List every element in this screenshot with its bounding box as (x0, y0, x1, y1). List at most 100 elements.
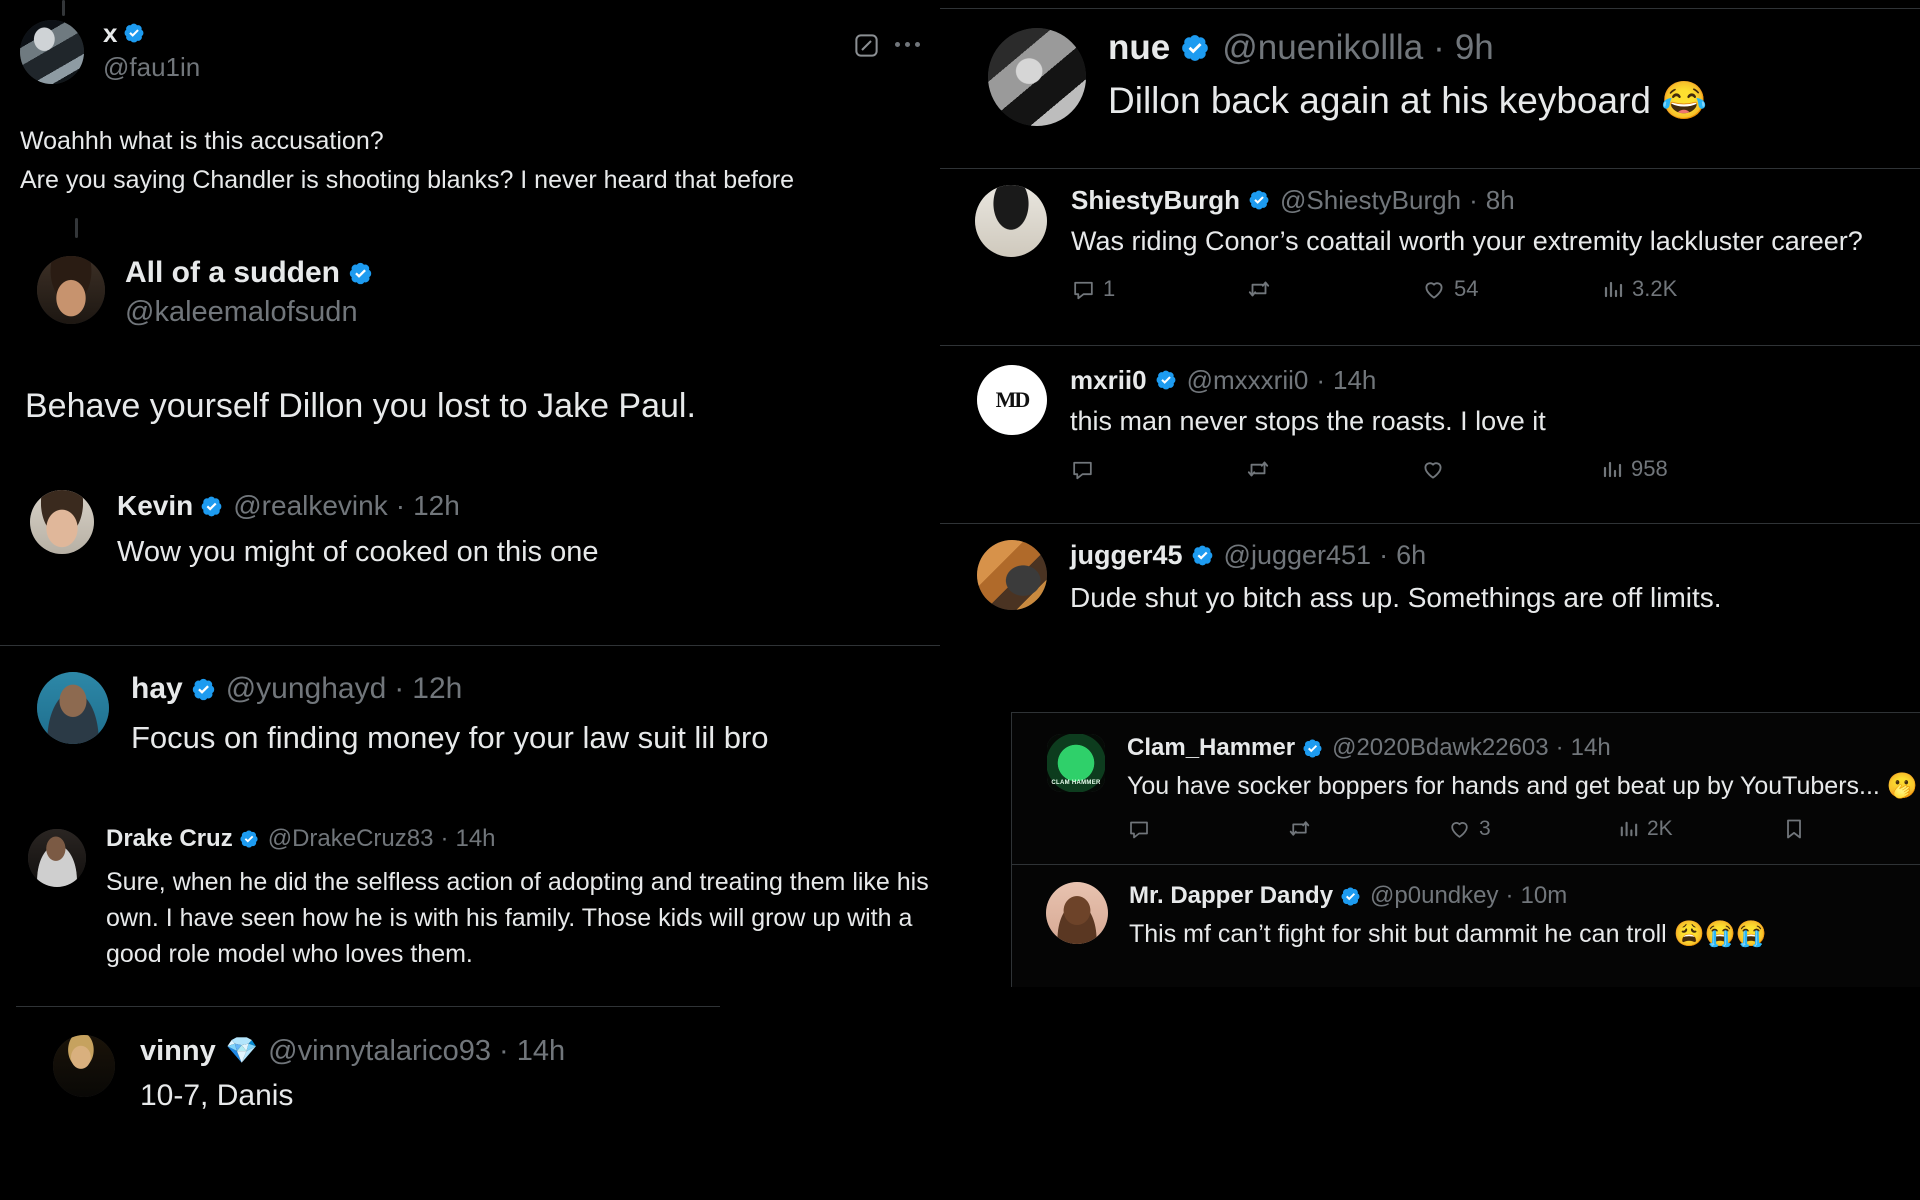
bookmark-action[interactable] (1782, 817, 1806, 841)
avatar[interactable] (1047, 734, 1105, 792)
retweet-action[interactable] (1287, 816, 1447, 841)
timestamp: 14h (516, 1035, 566, 1067)
tweet-row[interactable]: x @fau1in (0, 0, 955, 84)
tweet-text-line: Woahhh what is this accusation? (20, 127, 384, 155)
retweet-icon (1245, 456, 1271, 482)
tweet-row[interactable]: jugger45 @jugger451 · 6h Dude shut yo bi… (940, 540, 1920, 615)
verified-badge-icon (1180, 33, 1210, 63)
tweet-row[interactable]: Clam_Hammer @2020Bdawk22603 · 14h You ha… (1011, 734, 1920, 841)
tweet-text-line: Focus on finding money for your law suit… (131, 720, 769, 755)
views-count: 2K (1647, 816, 1673, 840)
views-count: 3.2K (1632, 276, 1678, 301)
avatar[interactable] (1046, 882, 1108, 944)
thread-connector (75, 218, 78, 238)
like-action[interactable] (1420, 456, 1600, 482)
views-action[interactable]: 3.2K (1601, 276, 1677, 302)
views-action[interactable]: 958 (1600, 456, 1668, 482)
user-handle[interactable]: @kaleemalofsudn (125, 293, 935, 331)
user-handle[interactable]: @2020Bdawk22603 (1332, 734, 1549, 762)
avatar[interactable] (53, 1035, 115, 1097)
tweet-row[interactable]: hay @yunghayd · 12h Focus on finding mon… (0, 672, 955, 757)
reply-count: 1 (1103, 276, 1116, 301)
retweet-action[interactable] (1246, 276, 1421, 302)
timestamp: 12h (413, 490, 460, 521)
tweet-row[interactable]: Drake Cruz @DrakeCruz83 · 14h Sure, when… (0, 825, 955, 972)
like-heart-icon (1420, 456, 1446, 482)
separator-dot: · (1505, 882, 1514, 909)
avatar[interactable] (975, 185, 1047, 257)
tweet-action-bar: 958 (1070, 456, 1898, 482)
tweet-text-line: Are you saying Chandler is shooting blan… (20, 166, 795, 194)
user-handle[interactable]: @realkevink (233, 490, 387, 522)
verified-badge-icon (123, 22, 145, 44)
separator-dot: · (395, 490, 406, 521)
display-name[interactable]: Drake Cruz (106, 825, 233, 853)
user-handle[interactable]: @nuenikollla (1222, 28, 1423, 68)
user-handle[interactable]: @fau1in (103, 50, 935, 84)
avatar[interactable] (977, 540, 1047, 610)
tweet-text-line: good role model who loves them. (106, 940, 473, 968)
tweet-row[interactable]: Kevin @realkevink · 12h Wow you might of… (0, 490, 955, 570)
display-name[interactable]: Mr. Dapper Dandy (1129, 882, 1333, 910)
tweet-text-line: Wow you might of cooked on this one (117, 536, 599, 568)
reply-action[interactable]: 1 (1071, 276, 1246, 302)
tweet-row[interactable]: vinny 💎 @vinnytalarico93 · 14h 10-7, Dan… (0, 1035, 955, 1114)
avatar-image (28, 829, 86, 887)
avatar[interactable] (37, 672, 109, 744)
avatar[interactable] (977, 365, 1047, 435)
timestamp: 9h (1454, 28, 1494, 67)
user-handle[interactable]: @DrakeCruz83 (268, 825, 434, 853)
user-handle[interactable]: @yunghayd (226, 672, 387, 706)
user-handle[interactable]: @p0undkey (1370, 882, 1498, 910)
views-bars-icon (1600, 457, 1624, 481)
display-name[interactable]: mxrii0 (1070, 365, 1147, 395)
user-handle[interactable]: @jugger451 (1224, 540, 1372, 571)
reply-icon (1127, 817, 1151, 841)
tweet-text-line: You have socker boppers for hands and ge… (1127, 772, 1918, 800)
avatar[interactable] (20, 20, 84, 84)
timestamp: 14h (1333, 365, 1377, 395)
retweet-action[interactable] (1245, 456, 1420, 482)
user-handle[interactable]: @mxxxrii0 (1187, 365, 1309, 395)
avatar-image (53, 1035, 115, 1097)
like-action[interactable]: 54 (1421, 276, 1601, 302)
tweet-row[interactable]: All of a sudden @kaleemalofsudn (0, 256, 955, 331)
tweet-row[interactable]: nue @nuenikollla · 9h Dillon back again … (940, 28, 1920, 126)
display-name[interactable]: hay (131, 672, 183, 706)
tweet-text-line: Dillon back again at his keyboard 😂 (1108, 80, 1708, 121)
avatar[interactable] (30, 490, 94, 554)
reply-action[interactable] (1070, 457, 1245, 482)
display-name[interactable]: ShiestyBurgh (1071, 185, 1240, 215)
separator-dot: · (1433, 28, 1445, 67)
tweet-row[interactable]: Mr. Dapper Dandy @p0undkey · 10m This mf… (1011, 882, 1920, 950)
tweet-row[interactable]: ShiestyBurgh @ShiestyBurgh · 8h Was ridi… (940, 185, 1920, 302)
avatar[interactable] (28, 829, 86, 887)
display-name[interactable]: x (103, 18, 117, 48)
user-handle[interactable]: @ShiestyBurgh (1280, 185, 1461, 215)
verified-badge-icon (1248, 189, 1270, 211)
like-action[interactable]: 3 (1447, 816, 1617, 841)
tweet-text-line: Was riding Conor’s coattail worth your e… (1071, 226, 1863, 256)
display-name[interactable]: nue (1108, 28, 1170, 68)
separator-dot: · (394, 672, 405, 705)
gem-badge-icon: 💎 (225, 1036, 259, 1066)
display-name[interactable]: All of a sudden (125, 256, 340, 290)
display-name[interactable]: Kevin (117, 490, 193, 522)
user-handle[interactable]: @vinnytalarico93 (268, 1035, 491, 1068)
timestamp: 12h (412, 672, 463, 705)
reply-icon (1071, 277, 1096, 302)
tweet-text-line: Dude shut yo bitch ass up. Somethings ar… (1070, 582, 1722, 613)
reply-action[interactable] (1127, 817, 1287, 841)
display-name[interactable]: vinny (140, 1035, 216, 1068)
display-name[interactable]: jugger45 (1070, 540, 1183, 571)
verified-badge-icon (1340, 886, 1361, 907)
tweet-row[interactable]: mxrii0 @mxxxrii0 · 14h this man never st… (940, 365, 1920, 482)
avatar[interactable] (37, 256, 105, 324)
display-name[interactable]: Clam_Hammer (1127, 734, 1295, 762)
timestamp: 6h (1396, 540, 1427, 570)
tweet-text-line: 10-7, Danis (140, 1079, 294, 1112)
verified-badge-icon (239, 829, 259, 849)
avatar[interactable] (988, 28, 1086, 126)
avatar-image (37, 256, 105, 324)
views-action[interactable]: 2K (1617, 817, 1782, 841)
